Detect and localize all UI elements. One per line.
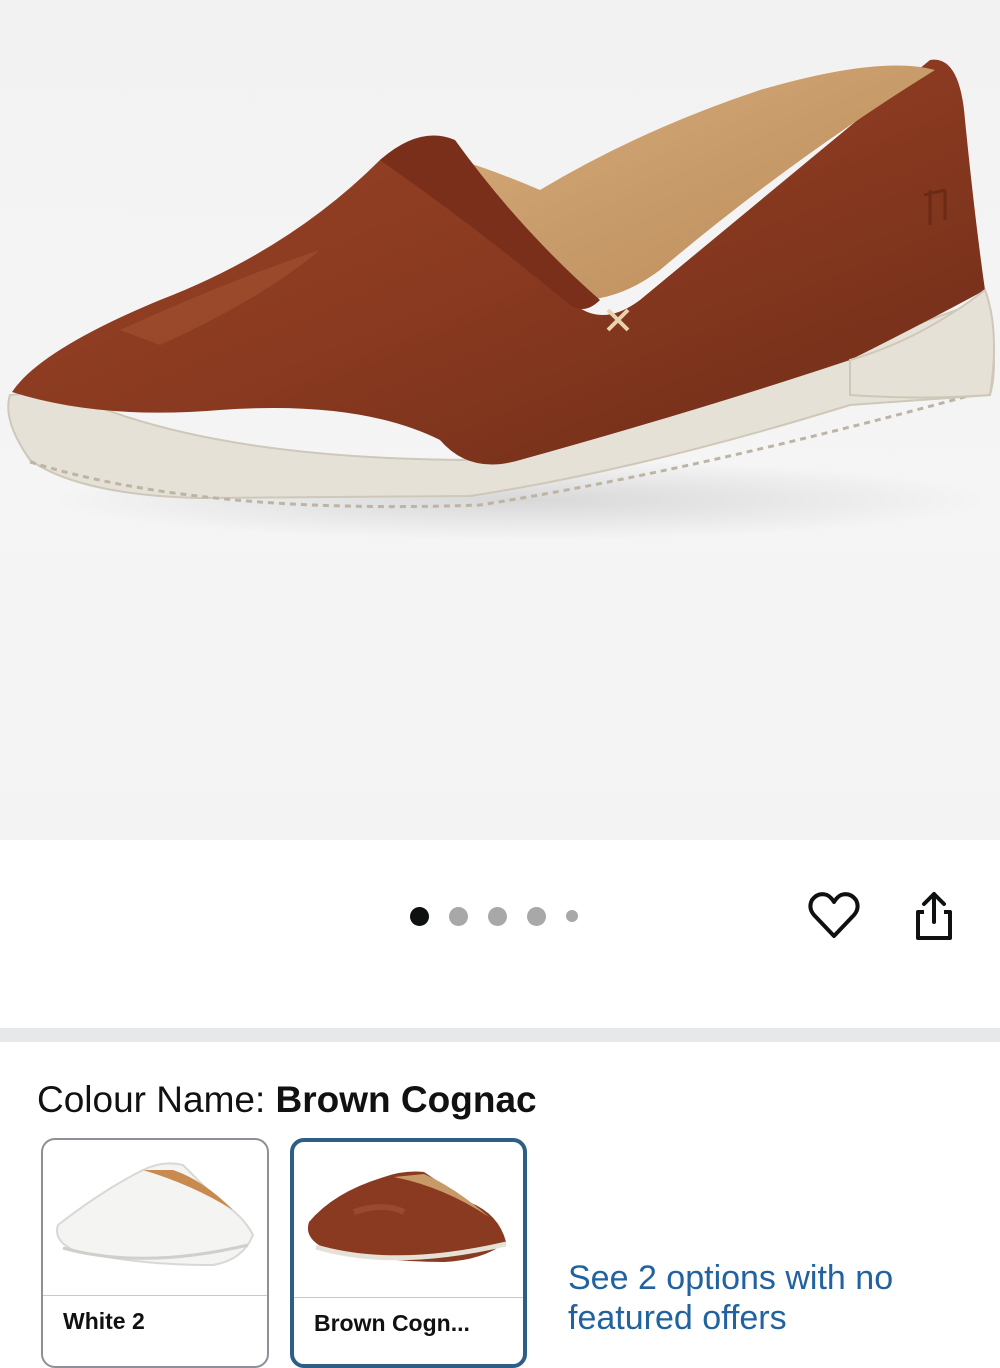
swatch-white[interactable]: White 2 bbox=[41, 1138, 269, 1368]
swatch-separator bbox=[294, 1297, 523, 1298]
colour-name: Colour Name: Brown Cognac bbox=[37, 1078, 537, 1122]
carousel-dot-2[interactable] bbox=[449, 906, 468, 926]
share-icon[interactable] bbox=[906, 888, 962, 944]
shoe-illustration bbox=[7, 59, 995, 540]
colour-selected-value: Brown Cognac bbox=[275, 1079, 537, 1120]
carousel-dots[interactable] bbox=[410, 906, 578, 926]
carousel-dot-1[interactable] bbox=[410, 906, 429, 926]
swatch-thumbnail bbox=[294, 1142, 523, 1297]
swatch-name: Brown Cogn... bbox=[314, 1310, 470, 1336]
swatch-thumbnail bbox=[43, 1140, 267, 1295]
product-image[interactable] bbox=[0, 0, 1000, 840]
carousel-dot-5[interactable] bbox=[566, 910, 578, 922]
heart-icon[interactable] bbox=[806, 888, 862, 944]
section-divider bbox=[0, 1028, 1000, 1042]
colour-label: Colour Name: bbox=[37, 1079, 266, 1120]
carousel-dot-4[interactable] bbox=[527, 906, 546, 926]
carousel-dot-3[interactable] bbox=[488, 906, 507, 926]
see-options-link[interactable]: See 2 options with no featured offers bbox=[568, 1258, 898, 1338]
swatch-brown-cognac[interactable]: Brown Cogn... bbox=[290, 1138, 527, 1368]
swatch-name: White 2 bbox=[63, 1308, 145, 1334]
swatch-separator bbox=[43, 1295, 267, 1296]
